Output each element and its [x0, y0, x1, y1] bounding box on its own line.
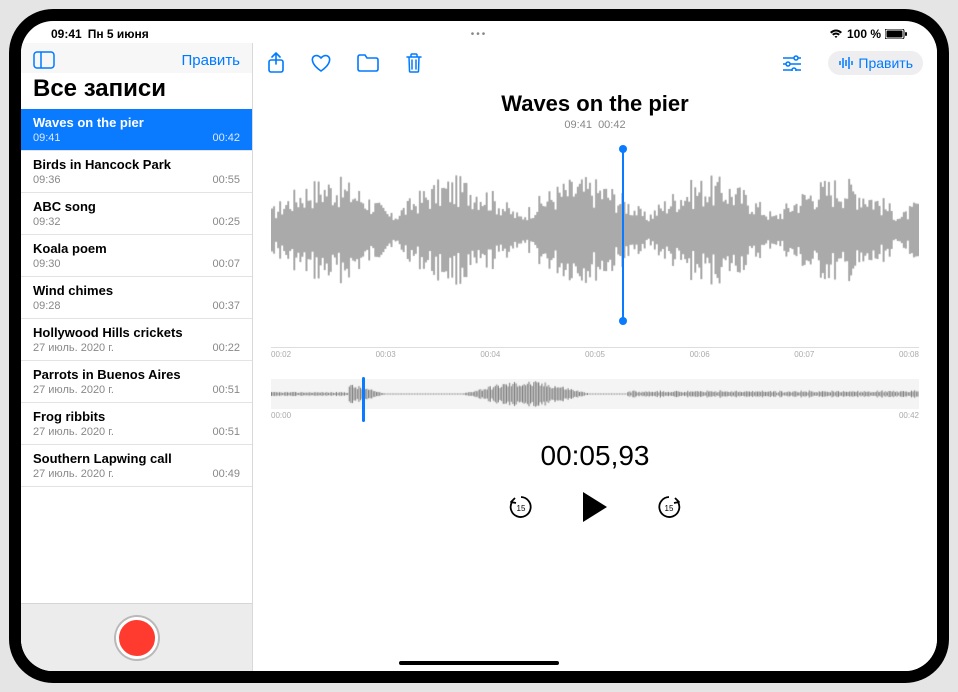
- play-button[interactable]: [579, 490, 611, 524]
- tick-label: 00:04: [480, 350, 500, 359]
- list-item-title: ABC song: [33, 199, 240, 214]
- list-item[interactable]: Frog ribbits 27 июль. 2020 г. 00:51: [21, 403, 252, 445]
- skip-back-15-icon[interactable]: 15: [507, 493, 535, 521]
- tick-label: 00:08: [899, 350, 919, 359]
- list-item-title: Koala poem: [33, 241, 240, 256]
- waveform-detail[interactable]: [253, 137, 937, 347]
- sidebar-toggle-icon[interactable]: [33, 51, 55, 69]
- list-item[interactable]: Wind chimes 09:28 00:37: [21, 277, 252, 319]
- list-item-time: 09:30: [33, 258, 61, 270]
- list-item-title: Frog ribbits: [33, 409, 240, 424]
- list-item[interactable]: Parrots in Buenos Aires 27 июль. 2020 г. 0…: [21, 361, 252, 403]
- list-item-duration: 00:22: [212, 342, 240, 354]
- record-button[interactable]: [116, 617, 158, 659]
- list-item[interactable]: Waves on the pier 09:41 00:42: [21, 109, 252, 151]
- edit-recording-button[interactable]: Править: [828, 51, 923, 75]
- list-item-duration: 00:51: [212, 426, 240, 438]
- share-icon[interactable]: [267, 52, 285, 74]
- list-item-title: Birds in Hancock Park: [33, 157, 240, 172]
- list-item-title: Parrots in Buenos Aires: [33, 367, 240, 382]
- sidebar-title: Все записи: [21, 73, 252, 109]
- list-item[interactable]: Hollywood Hills crickets 27 июль. 2020 г.…: [21, 319, 252, 361]
- transport-controls: 15 15: [253, 490, 937, 524]
- list-item-duration: 00:37: [212, 300, 240, 312]
- list-item-title: Wind chimes: [33, 283, 240, 298]
- list-item-duration: 00:49: [212, 468, 240, 480]
- tick-label: 00:05: [585, 350, 605, 359]
- battery-icon: [885, 29, 907, 39]
- svg-text:15: 15: [665, 504, 674, 513]
- playback-time: 00:05,93: [253, 440, 937, 472]
- tick-label: 00:03: [376, 350, 396, 359]
- waveform-overview[interactable]: 00:00 00:42: [271, 379, 919, 420]
- tick-label: 00:02: [271, 350, 291, 359]
- detail-pane: Править Waves on the pier 09:41 00:42 00…: [253, 43, 937, 671]
- wifi-icon: [829, 29, 843, 39]
- overview-start-label: 00:00: [271, 411, 291, 420]
- list-item[interactable]: ABC song 09:32 00:25: [21, 193, 252, 235]
- svg-text:15: 15: [517, 504, 526, 513]
- list-item-title: Waves on the pier: [33, 115, 240, 130]
- status-time: 09:41: [51, 27, 82, 41]
- recording-subtitle: 09:41 00:42: [253, 119, 937, 131]
- tick-label: 00:06: [690, 350, 710, 359]
- list-item[interactable]: Southern Lapwing call 27 июль. 2020 г. 00:…: [21, 445, 252, 487]
- list-item-time: 09:28: [33, 300, 61, 312]
- overview-end-label: 00:42: [899, 411, 919, 420]
- record-bar: [21, 603, 252, 671]
- trash-icon[interactable]: [405, 53, 423, 73]
- list-item-time: 09:36: [33, 174, 61, 186]
- status-date: Пн 5 июня: [88, 27, 149, 41]
- favorite-icon[interactable]: [311, 54, 331, 72]
- list-item-time: 27 июль. 2020 г.: [33, 384, 114, 396]
- list-item-time: 09:32: [33, 216, 61, 228]
- tick-label: 00:07: [794, 350, 814, 359]
- options-icon[interactable]: [782, 55, 802, 71]
- list-item-time: 27 июль. 2020 г.: [33, 426, 114, 438]
- battery-percent: 100 %: [847, 27, 881, 41]
- sidebar: Править Все записи Waves on the pier 09:4…: [21, 43, 253, 671]
- skip-forward-15-icon[interactable]: 15: [655, 493, 683, 521]
- timeline-ticks: 00:02 00:03 00:04 00:05 00:06 00:07 00:08: [271, 347, 919, 361]
- folder-icon[interactable]: [357, 54, 379, 72]
- list-item[interactable]: Birds in Hancock Park 09:36 00:55: [21, 151, 252, 193]
- list-item-time: 09:41: [33, 132, 61, 144]
- list-item-duration: 00:07: [212, 258, 240, 270]
- recordings-list: Waves on the pier 09:41 00:42 Birds in Hanc…: [21, 109, 252, 603]
- sidebar-edit-button[interactable]: Править: [182, 52, 241, 69]
- list-item-title: Southern Lapwing call: [33, 451, 240, 466]
- list-item-duration: 00:55: [212, 174, 240, 186]
- list-item-duration: 00:42: [212, 132, 240, 144]
- list-item-duration: 00:51: [212, 384, 240, 396]
- waveform-icon: [838, 56, 854, 70]
- list-item-title: Hollywood Hills crickets: [33, 325, 240, 340]
- playhead-handle[interactable]: [622, 149, 624, 321]
- overview-playhead[interactable]: [362, 377, 365, 422]
- list-item-time: 27 июль. 2020 г.: [33, 468, 114, 480]
- home-indicator[interactable]: [399, 661, 559, 665]
- list-item-duration: 00:25: [212, 216, 240, 228]
- list-item[interactable]: Koala poem 09:30 00:07: [21, 235, 252, 277]
- edit-recording-label: Править: [858, 55, 913, 71]
- multitask-dots-icon[interactable]: •••: [471, 29, 488, 40]
- list-item-time: 27 июль. 2020 г.: [33, 342, 114, 354]
- recording-title: Waves on the pier: [253, 91, 937, 117]
